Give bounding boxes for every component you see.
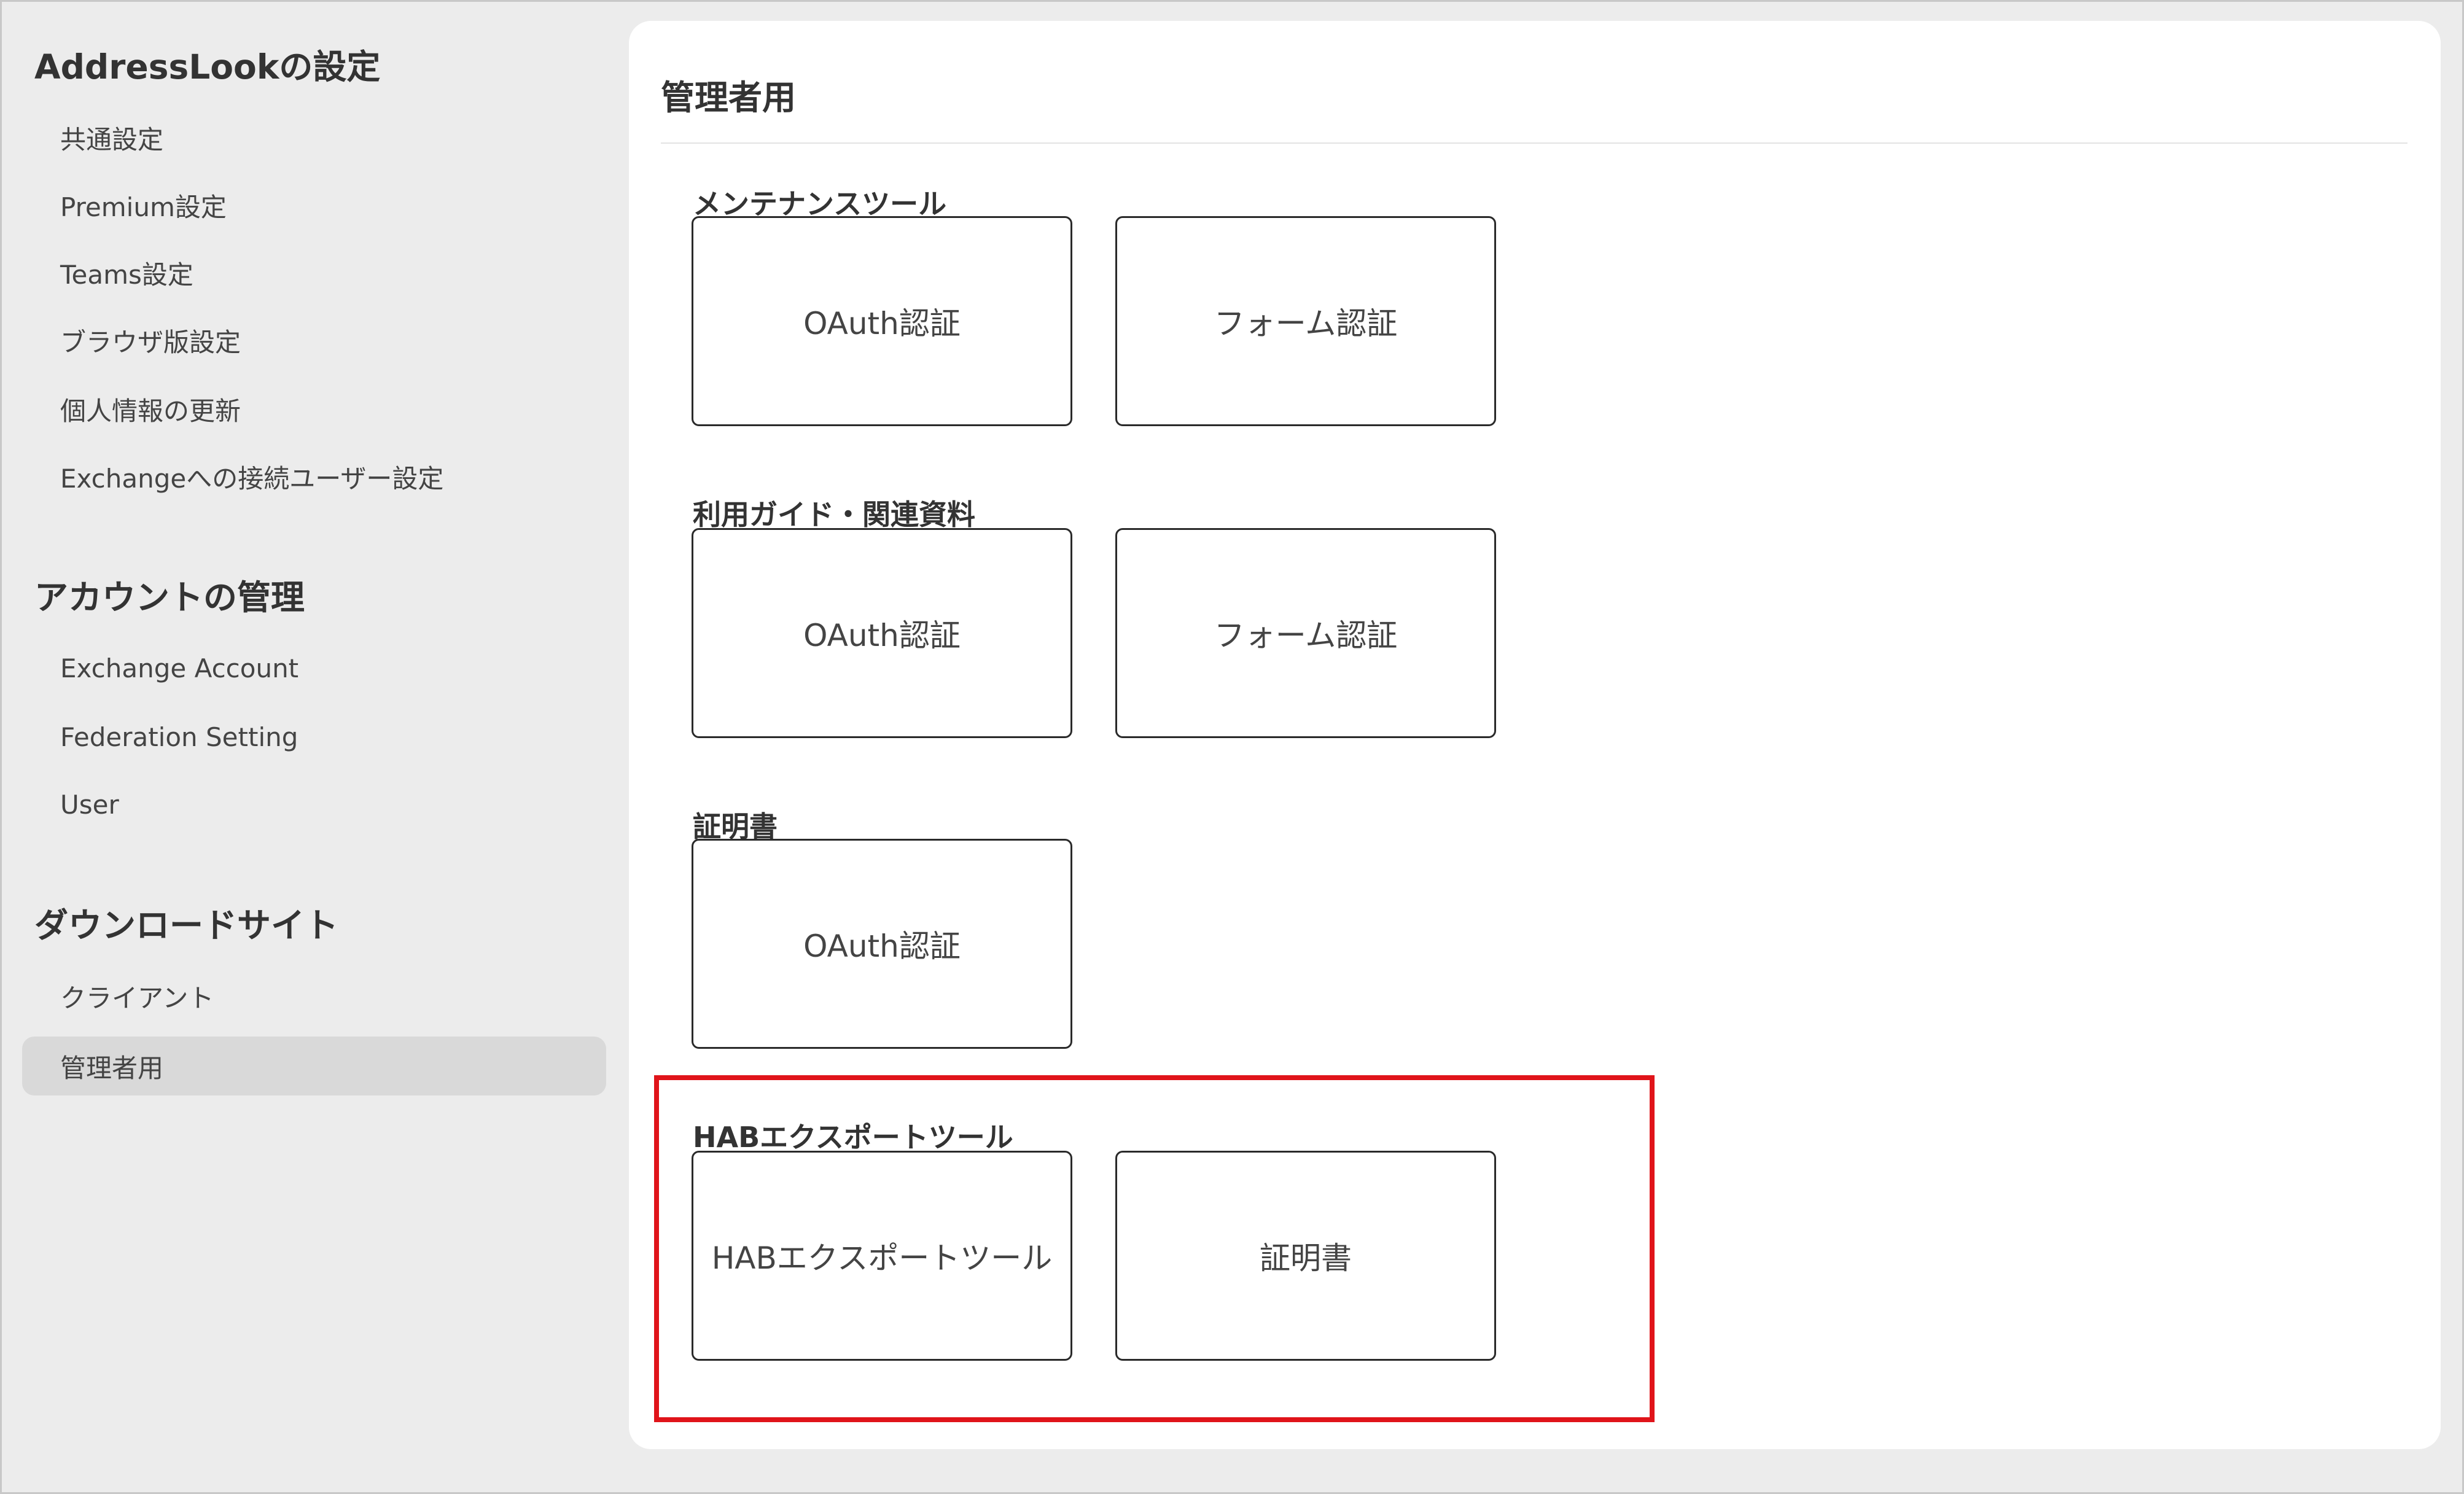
tile-certificate-oauth[interactable]: OAuth認証: [692, 839, 1072, 1049]
sidebar-item-teams-settings[interactable]: Teams設定: [22, 243, 606, 302]
section-title-addresslook-settings: AddressLookの設定: [34, 47, 381, 87]
tile-hab-export-tool[interactable]: HABエクスポートツール: [692, 1151, 1072, 1361]
sidebar-item-admin[interactable]: 管理者用: [22, 1037, 606, 1095]
group-title-usage-guide: 利用ガイド・関連資料: [693, 498, 975, 531]
tile-guide-oauth[interactable]: OAuth認証: [692, 528, 1072, 738]
sidebar-item-common-settings[interactable]: 共通設定: [22, 108, 606, 167]
tile-hab-certificate[interactable]: 証明書: [1115, 1151, 1496, 1361]
tile-guide-form-auth[interactable]: フォーム認証: [1115, 528, 1496, 738]
group-title-hab-export-tool: HABエクスポートツール: [693, 1121, 1013, 1154]
sidebar-item-browser-settings[interactable]: ブラウザ版設定: [22, 311, 606, 370]
sidebar-item-exchange-account[interactable]: Exchange Account: [22, 639, 606, 698]
section-title-download-site: ダウンロードサイト: [34, 906, 339, 945]
section-title-account-management: アカウントの管理: [34, 578, 305, 617]
sidebar-item-user[interactable]: User: [22, 775, 606, 834]
sidebar-item-client[interactable]: クライアント: [22, 967, 606, 1025]
sidebar-item-personal-info-update[interactable]: 個人情報の更新: [22, 379, 606, 438]
tile-maintenance-oauth[interactable]: OAuth認証: [692, 216, 1072, 426]
page-title: 管理者用: [661, 78, 797, 117]
sidebar-item-premium-settings[interactable]: Premium設定: [22, 176, 606, 235]
sidebar: AddressLookの設定 共通設定 Premium設定 Teams設定 ブラ…: [0, 0, 614, 1494]
main-panel: 管理者用 メンテナンスツール OAuth認証 フォーム認証 利用ガイド・関連資料…: [629, 21, 2441, 1449]
tile-maintenance-form-auth[interactable]: フォーム認証: [1115, 216, 1496, 426]
title-divider: [661, 142, 2407, 144]
sidebar-item-exchange-connection-user[interactable]: Exchangeへの接続ユーザー設定: [22, 447, 606, 506]
sidebar-item-federation-setting[interactable]: Federation Setting: [22, 707, 606, 766]
